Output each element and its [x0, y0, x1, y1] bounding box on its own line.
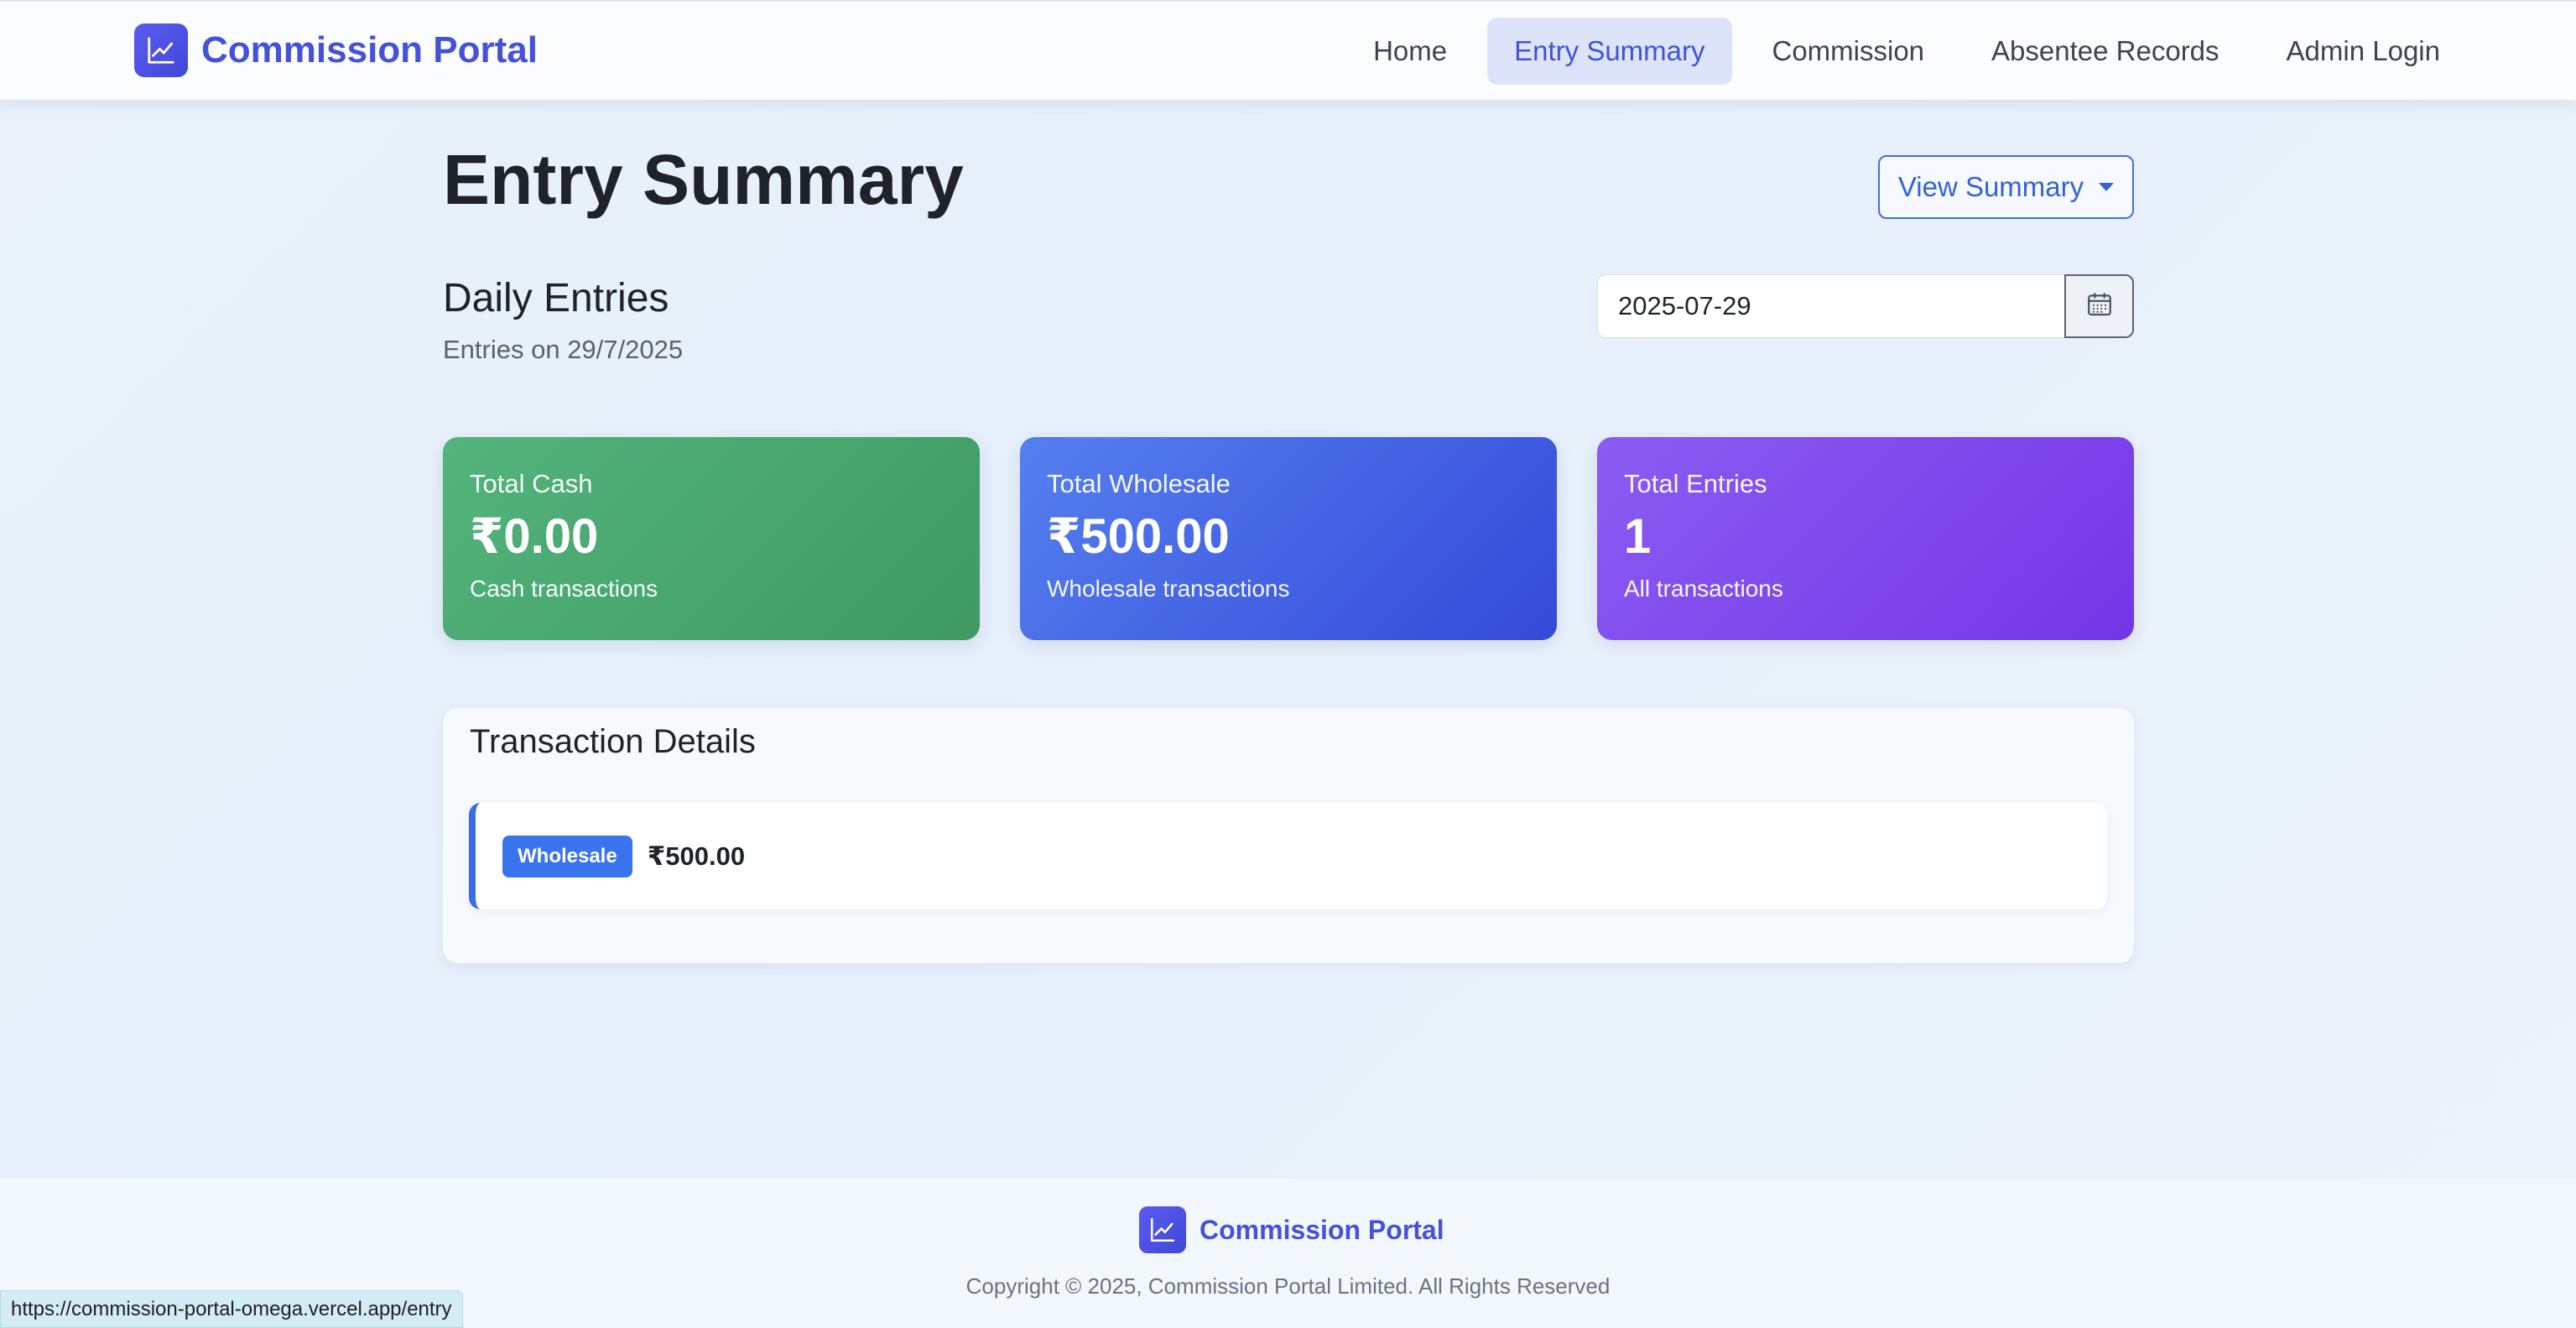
nav-admin-login[interactable]: Admin Login	[2260, 18, 2467, 85]
main-nav: Home Entry Summary Commission Absentee R…	[1333, 18, 2467, 85]
card-value: ₹500.00	[1047, 509, 1230, 564]
card-note: Cash transactions	[470, 575, 658, 602]
date-input[interactable]	[1597, 274, 2064, 338]
footer-brand-name: Commission Portal	[1200, 1214, 1444, 1245]
transaction-amount: ₹500.00	[647, 841, 746, 871]
transaction-details-panel: Transaction Details Wholesale ₹500.00	[443, 708, 2134, 963]
card-value: 1	[1624, 509, 1652, 564]
card-value: ₹0.00	[470, 509, 599, 564]
total-cash-card: Total Cash ₹0.00 Cash transactions	[443, 437, 980, 640]
view-summary-label: View Summary	[1897, 171, 2084, 202]
footer-brand: Commission Portal	[1139, 1206, 1444, 1253]
chart-line-icon	[1139, 1206, 1186, 1253]
card-label: Total Wholesale	[1047, 469, 1231, 498]
view-summary-dropdown[interactable]: View Summary	[1878, 155, 2134, 219]
card-note: Wholesale transactions	[1047, 575, 1290, 602]
date-picker	[1597, 274, 2134, 338]
card-label: Total Entries	[1624, 469, 1767, 498]
nav-commission[interactable]: Commission	[1746, 18, 1952, 85]
brand-link[interactable]: Commission Portal	[134, 23, 538, 77]
daily-entries-title: Daily Entries	[443, 276, 669, 320]
chart-line-icon	[134, 23, 188, 77]
total-wholesale-card: Total Wholesale ₹500.00 Wholesale transa…	[1020, 437, 1557, 640]
transaction-item: Wholesale ₹500.00	[469, 803, 2107, 909]
calendar-button[interactable]	[2064, 274, 2134, 338]
nav-entry-summary[interactable]: Entry Summary	[1487, 18, 1732, 85]
card-label: Total Cash	[470, 469, 593, 498]
calendar-icon	[2085, 290, 2114, 323]
status-bar-url: https://commission-portal-omega.vercel.a…	[0, 1290, 463, 1328]
total-entries-card: Total Entries 1 All transactions	[1597, 437, 2134, 640]
navbar: Commission Portal Home Entry Summary Com…	[0, 0, 2576, 100]
transaction-type-badge: Wholesale	[502, 835, 632, 878]
nav-home[interactable]: Home	[1346, 18, 1474, 85]
transaction-details-title: Transaction Details	[470, 723, 756, 760]
card-note: All transactions	[1624, 575, 1783, 602]
nav-absentee-records[interactable]: Absentee Records	[1965, 18, 2246, 85]
caret-down-icon	[2099, 183, 2115, 191]
daily-entries-subtitle: Entries on 29/7/2025	[443, 335, 684, 364]
brand-name[interactable]: Commission Portal	[201, 29, 538, 71]
page-title: Entry Summary	[443, 140, 964, 219]
